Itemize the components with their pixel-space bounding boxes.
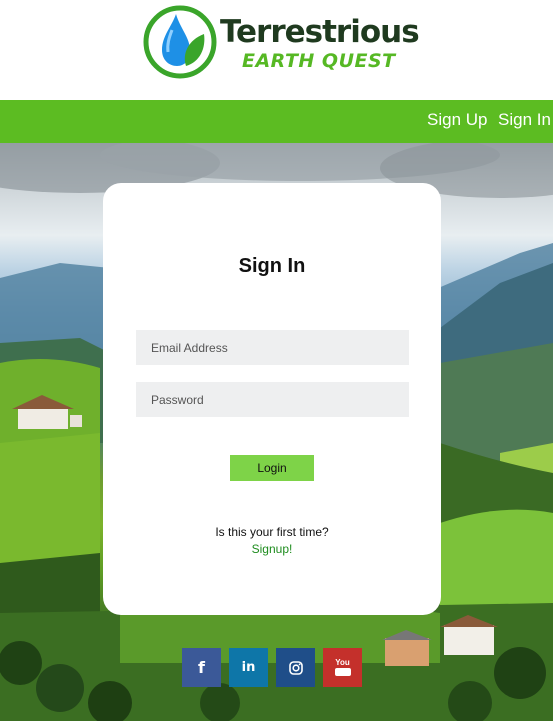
signup-link[interactable]: Signup! (103, 542, 441, 556)
site-header: Terrestrious EARTH QUEST (0, 0, 553, 100)
water-drop-leaf-icon (143, 5, 217, 79)
instagram-button[interactable] (276, 648, 315, 687)
linkedin-icon: in (241, 660, 256, 675)
youtube-icon: You (334, 659, 351, 676)
facebook-button[interactable]: f (182, 648, 221, 687)
nav-signin-link[interactable]: Sign In (498, 110, 551, 130)
password-field[interactable] (136, 382, 409, 417)
login-button[interactable]: Login (230, 455, 314, 481)
youtube-button[interactable]: You (323, 648, 362, 687)
brand-logo[interactable]: Terrestrious EARTH QUEST (142, 4, 420, 80)
linkedin-button[interactable]: in (229, 648, 268, 687)
signin-card: Sign In Login Is this your first time? S… (103, 183, 441, 615)
instagram-icon (288, 660, 303, 675)
signin-title: Sign In (238, 255, 306, 277)
brand-name: Terrestrious (220, 14, 420, 50)
nav-bar: Sign Up Sign In (0, 100, 553, 143)
nav-signup-link[interactable]: Sign Up (427, 110, 487, 130)
facebook-icon: f (198, 658, 205, 677)
brand-tagline: EARTH QUEST (242, 50, 396, 72)
email-field[interactable] (136, 330, 409, 365)
first-time-text: Is this your first time? (215, 525, 329, 539)
